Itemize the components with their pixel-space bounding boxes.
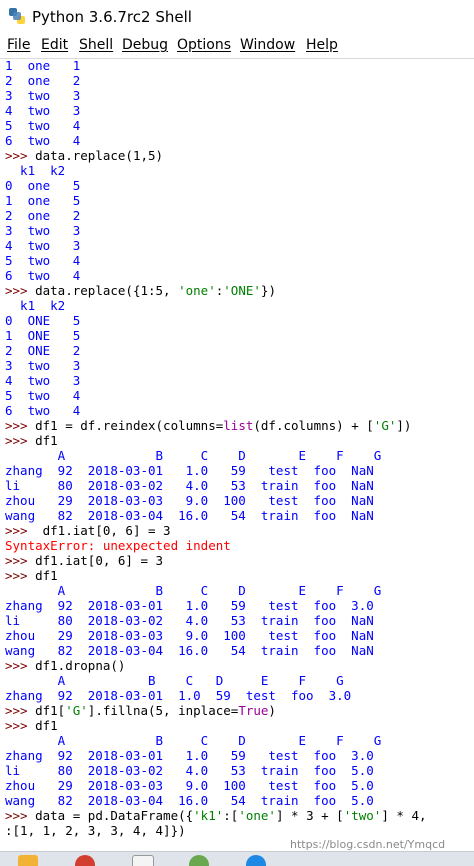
output-line: A B C D E F G (5, 448, 382, 463)
output-line: wang 82 2018-03-04 16.0 54 train foo NaN (5, 643, 374, 658)
python-icon (9, 8, 25, 24)
taskbar (0, 851, 474, 866)
output-line: li 80 2018-03-02 4.0 53 train foo 5.0 (5, 763, 374, 778)
output-line: zhou 29 2018-03-03 9.0 100 test foo NaN (5, 493, 374, 508)
output-line: zhou 29 2018-03-03 9.0 100 test foo NaN (5, 628, 374, 643)
input-line: >>> df1 (5, 568, 58, 583)
output-line: 5 two 4 (5, 253, 81, 268)
output-line: li 80 2018-03-02 4.0 53 train foo NaN (5, 613, 374, 628)
title-bar: Python 3.6.7rc2 Shell (0, 0, 474, 34)
output-line: 3 two 3 (5, 358, 81, 373)
shell-output[interactable]: 1 one 12 one 23 two 34 two 35 two 46 two… (5, 58, 470, 838)
output-line: 3 two 3 (5, 88, 81, 103)
menu-options[interactable]: Options (177, 37, 231, 53)
output-line: zhou 29 2018-03-03 9.0 100 test foo 5.0 (5, 778, 374, 793)
output-line: 4 two 3 (5, 373, 81, 388)
input-line: >>> df1.iat[0, 6] = 3 (5, 553, 164, 568)
output-line: 2 one 2 (5, 208, 81, 223)
output-line: zhang 92 2018-03-01 1.0 59 test foo 3.0 (5, 598, 374, 613)
input-line: >>> df1 (5, 433, 58, 448)
menu-bar: File Edit Shell Debug Options Window Hel… (0, 34, 474, 59)
input-line: >>> data.replace({1:5, 'one':'ONE'}) (5, 283, 276, 298)
menu-help[interactable]: Help (306, 37, 338, 53)
output-line: zhang 92 2018-03-01 1.0 59 test foo NaN (5, 463, 374, 478)
menu-file[interactable]: File (7, 37, 30, 53)
output-line: 6 two 4 (5, 403, 81, 418)
output-line: zhang 92 2018-03-01 1.0 59 test foo 3.0 (5, 748, 374, 763)
input-line: >>> df1.iat[0, 6] = 3 (5, 523, 171, 538)
output-line: k1 k2 (5, 163, 66, 178)
output-line: zhang 92 2018-03-01 1.0 59 test foo 3.0 (5, 688, 352, 703)
output-line: 1 ONE 5 (5, 328, 81, 343)
input-line: >>> df1['G'].fillna(5, inplace=True) (5, 703, 276, 718)
document-icon[interactable] (132, 855, 154, 866)
output-line: k1 k2 (5, 298, 66, 313)
input-line: :[1, 1, 2, 3, 3, 4, 4]}) (5, 823, 186, 838)
output-line: 2 one 2 (5, 73, 81, 88)
output-line: 5 two 4 (5, 118, 81, 133)
menu-debug[interactable]: Debug (122, 37, 168, 53)
output-line: 0 one 5 (5, 178, 81, 193)
input-line: >>> df1.dropna() (5, 658, 126, 673)
app-icon[interactable] (189, 855, 209, 866)
output-line: A B C D E F G (5, 733, 382, 748)
output-line: 6 two 4 (5, 133, 81, 148)
output-line: wang 82 2018-03-04 16.0 54 train foo 5.0 (5, 793, 374, 808)
output-line: A B C D E F G (5, 583, 382, 598)
output-line: 3 two 3 (5, 223, 81, 238)
output-line: wang 82 2018-03-04 16.0 54 train foo NaN (5, 508, 374, 523)
menu-edit[interactable]: Edit (41, 37, 68, 53)
input-line: >>> df1 = df.reindex(columns=list(df.col… (5, 418, 412, 433)
output-line: 1 one 5 (5, 193, 81, 208)
input-line: >>> data.replace(1,5) (5, 148, 164, 163)
output-line: A B C D E F G (5, 673, 344, 688)
output-line: 2 ONE 2 (5, 343, 81, 358)
output-line: 4 two 3 (5, 103, 81, 118)
output-line: 0 ONE 5 (5, 313, 81, 328)
output-line: 4 two 3 (5, 238, 81, 253)
output-line: 5 two 4 (5, 388, 81, 403)
input-line: >>> data = pd.DataFrame({'k1':['one'] * … (5, 808, 427, 823)
input-line: >>> df1 (5, 718, 58, 733)
output-line: 1 one 1 (5, 58, 81, 73)
chrome-icon[interactable] (75, 855, 95, 866)
k-app-icon[interactable] (246, 855, 266, 866)
error-line: SyntaxError: unexpected indent (5, 538, 231, 553)
output-line: li 80 2018-03-02 4.0 53 train foo NaN (5, 478, 374, 493)
menu-window[interactable]: Window (240, 37, 295, 53)
output-line: 6 two 4 (5, 268, 81, 283)
folder-icon[interactable] (18, 855, 38, 866)
menu-shell[interactable]: Shell (79, 37, 113, 53)
window-title: Python 3.6.7rc2 Shell (32, 8, 192, 26)
watermark: https://blog.csdn.net/Ymqcd (290, 838, 446, 851)
